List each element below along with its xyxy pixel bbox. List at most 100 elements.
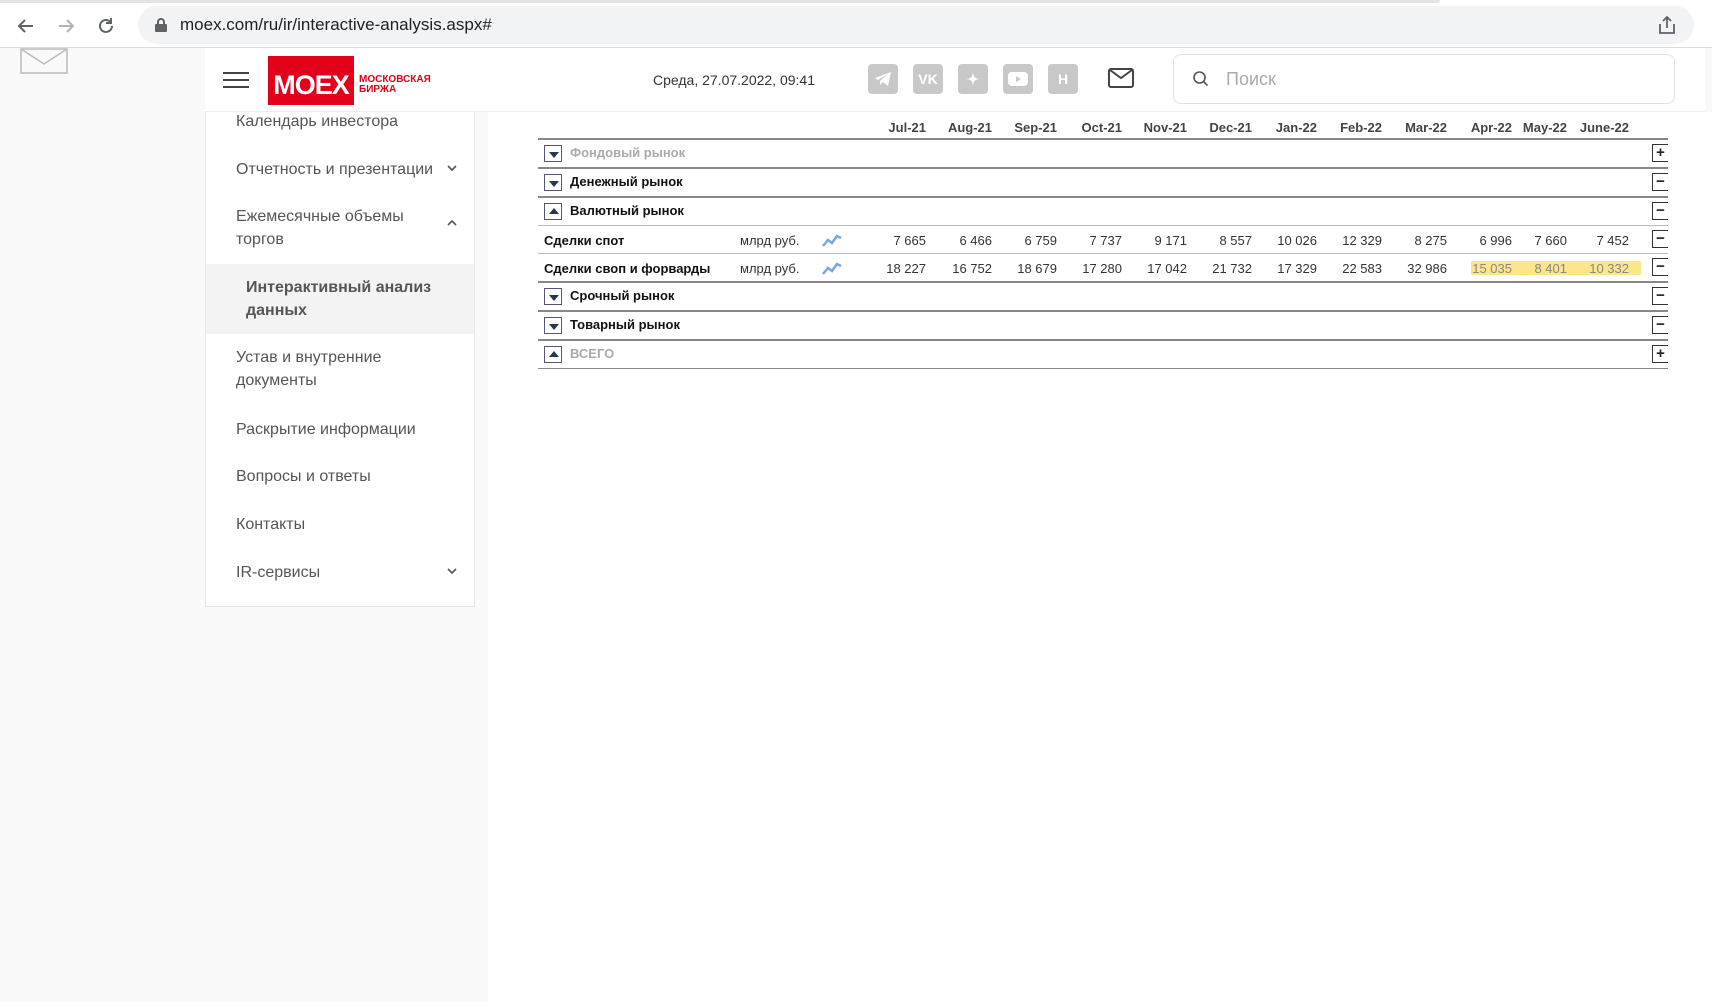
table-row: Сделки своп и форварды млрд руб. 18 227 …	[538, 253, 1668, 281]
table-cell: 17 280	[1082, 261, 1122, 276]
table-cell: 7 660	[1534, 233, 1567, 248]
table-cell: 8 557	[1219, 233, 1252, 248]
section-commodity-market: Товарный рынок −	[538, 310, 1668, 338]
youtube-icon[interactable]	[1003, 64, 1033, 94]
section-derivatives-market: Срочный рынок −	[538, 281, 1668, 309]
section-money-market: Денежный рынок −	[538, 167, 1668, 195]
collapse-button[interactable]: −	[1652, 202, 1668, 220]
tab-strip-line	[0, 0, 1440, 3]
table-cell: 12 329	[1342, 233, 1382, 248]
table-cell: 18 227	[886, 261, 926, 276]
column-header: May-22	[1522, 120, 1567, 135]
search-input[interactable]	[1226, 68, 1646, 90]
sidebar-item-faq[interactable]: Вопросы и ответы	[206, 465, 474, 488]
column-header: Nov-21	[1143, 120, 1187, 135]
section-label: Денежный рынок	[570, 174, 683, 189]
expand-toggle[interactable]	[544, 145, 562, 162]
forward-button[interactable]	[50, 10, 82, 42]
sidebar-item-charter-docs[interactable]: Устав и внутренние документы	[206, 346, 474, 392]
chevron-down-icon	[447, 165, 457, 172]
collapse-toggle[interactable]	[544, 203, 562, 220]
sidebar-item-interactive-analysis[interactable]: Интерактивный анализ данных	[206, 264, 474, 334]
line-chart-icon[interactable]	[821, 259, 843, 277]
table-cell: 16 752	[952, 261, 992, 276]
news-icon[interactable]: H	[1048, 64, 1078, 94]
share-icon[interactable]	[1656, 14, 1678, 36]
moex-logo[interactable]: MOEX МОСКОВСКАЯ БИРЖА	[268, 56, 431, 105]
site-header: MOEX МОСКОВСКАЯ БИРЖА Среда, 27.07.2022,…	[205, 48, 1705, 112]
vk-icon[interactable]: VK	[913, 64, 943, 94]
expand-toggle[interactable]	[544, 174, 562, 191]
collapse-button[interactable]: −	[1652, 258, 1668, 276]
collapse-button[interactable]: −	[1652, 287, 1668, 305]
collapse-button[interactable]: −	[1652, 173, 1668, 191]
back-button[interactable]	[10, 10, 42, 42]
envelope-icon[interactable]	[1108, 68, 1134, 93]
collapse-button[interactable]: −	[1652, 316, 1668, 334]
logo-subtitle: МОСКОВСКАЯ БИРЖА	[359, 74, 431, 95]
expand-button[interactable]: +	[1652, 144, 1668, 162]
column-header: Mar-22	[1405, 120, 1447, 135]
table-cell-highlighted: 8 401	[1534, 261, 1567, 276]
search-box[interactable]	[1173, 54, 1675, 104]
address-bar[interactable]: moex.com/ru/ir/interactive-analysis.aspx…	[138, 6, 1694, 44]
chevron-up-icon	[447, 219, 457, 226]
table-row: Сделки спот млрд руб. 7 665 6 466 6 759 …	[538, 225, 1668, 253]
section-label: Валютный рынок	[570, 203, 684, 218]
telegram-icon[interactable]	[868, 64, 898, 94]
table-cell-highlighted: 10 332	[1589, 261, 1629, 276]
column-header: Feb-22	[1340, 120, 1382, 135]
search-icon	[1193, 71, 1209, 87]
table-cell: 32 986	[1407, 261, 1447, 276]
reload-button[interactable]	[90, 10, 122, 42]
chevron-down-icon	[447, 568, 457, 575]
column-header: June-22	[1579, 120, 1629, 135]
arrow-left-icon	[17, 19, 33, 33]
table-cell: 9 171	[1154, 233, 1187, 248]
table-bottom-border	[538, 368, 1668, 369]
column-header: Jul-21	[888, 120, 926, 135]
table-cell: 7 665	[893, 233, 926, 248]
zen-icon[interactable]	[958, 64, 988, 94]
sidebar-item-ir-services[interactable]: IR-сервисы	[206, 561, 474, 584]
sidebar-item-disclosure[interactable]: Раскрытие информации	[206, 418, 474, 441]
sidebar-item-contacts[interactable]: Контакты	[206, 513, 474, 536]
collapse-button[interactable]: −	[1652, 230, 1668, 248]
table-cell: 7 452	[1596, 233, 1629, 248]
sidebar-item-reports[interactable]: Отчетность и презентации	[206, 158, 474, 181]
row-unit: млрд руб.	[740, 261, 800, 276]
expand-toggle[interactable]	[544, 288, 562, 305]
table-cell: 10 026	[1277, 233, 1317, 248]
main-content: Jul-21 Aug-21 Sep-21 Oct-21 Nov-21 Dec-2…	[488, 112, 1712, 1002]
section-label: Фондовый рынок	[570, 145, 686, 160]
line-chart-icon[interactable]	[821, 231, 843, 249]
section-stock-market: Фондовый рынок +	[538, 138, 1668, 166]
section-total: ВСЕГО +	[538, 339, 1668, 367]
table-cell: 17 329	[1277, 261, 1317, 276]
table-cell: 7 737	[1089, 233, 1122, 248]
sidebar-item-monthly-volumes[interactable]: Ежемесячные объемы торгов	[206, 205, 457, 251]
table-cell: 21 732	[1212, 261, 1252, 276]
collapse-toggle[interactable]	[544, 346, 562, 363]
section-label: ВСЕГО	[570, 346, 615, 361]
expand-button[interactable]: +	[1652, 345, 1668, 363]
table-cell: 6 759	[1024, 233, 1057, 248]
logo-mark: MOEX	[268, 56, 354, 105]
section-label: Товарный рынок	[570, 317, 680, 332]
row-name: Сделки спот	[544, 233, 625, 248]
table-cell: 6 466	[959, 233, 992, 248]
table-cell: 18 679	[1017, 261, 1057, 276]
table-cell-highlighted: 15 035	[1472, 261, 1512, 276]
column-header: Sep-21	[1014, 120, 1057, 135]
menu-icon[interactable]	[223, 72, 249, 90]
arrow-right-icon	[59, 19, 75, 33]
table-cell: 22 583	[1342, 261, 1382, 276]
column-header: Aug-21	[947, 120, 992, 135]
column-header: Oct-21	[1081, 120, 1122, 135]
sidebar-item-investor-calendar[interactable]: Календарь инвестора	[206, 110, 474, 133]
table-cell: 17 042	[1147, 261, 1187, 276]
reload-icon	[99, 18, 113, 33]
expand-toggle[interactable]	[544, 317, 562, 334]
mail-icon[interactable]	[20, 48, 68, 79]
table-cell: 6 996	[1479, 233, 1512, 248]
